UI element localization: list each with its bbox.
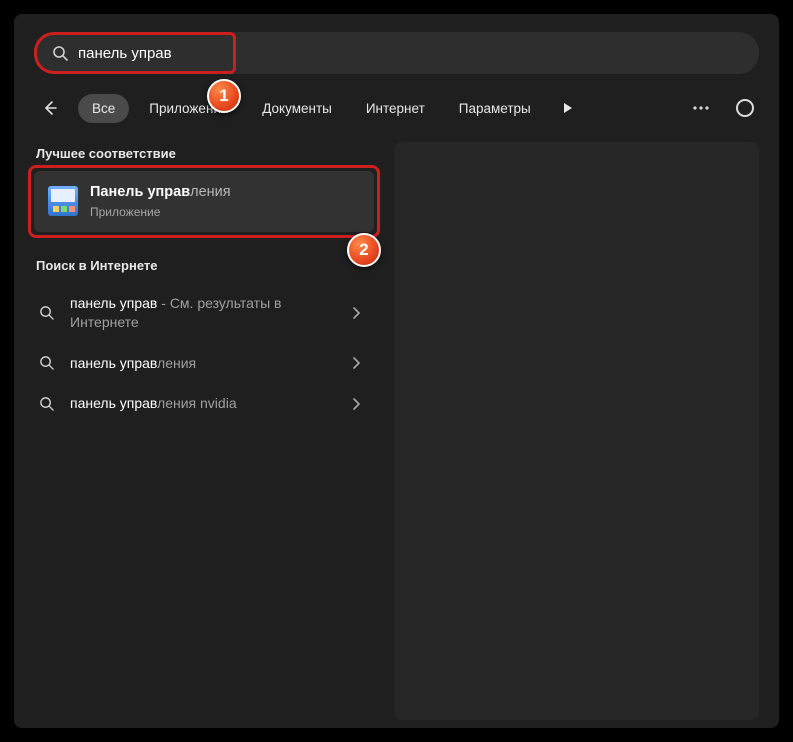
best-match-container: Панель управления Приложение — [34, 171, 374, 232]
chevron-right-icon — [348, 307, 364, 319]
web-result-bold: панель управ — [70, 355, 157, 371]
filter-all[interactable]: Все — [78, 94, 129, 123]
overflow-button[interactable] — [687, 94, 715, 122]
search-panel: Все Приложения Документы Интернет Параме… — [14, 14, 779, 728]
preview-pane — [394, 142, 759, 720]
best-match-subtitle: Приложение — [90, 204, 231, 220]
filter-documents[interactable]: Документы — [248, 94, 346, 123]
web-result[interactable]: панель управления — [34, 343, 374, 384]
best-match-header: Лучшее соответствие — [34, 142, 374, 171]
filter-apps[interactable]: Приложения — [135, 94, 242, 123]
search-icon — [36, 355, 56, 370]
web-result-text: панель управления nvidia — [70, 394, 334, 413]
best-match-result[interactable]: Панель управления Приложение — [34, 171, 374, 232]
web-result-text: панель управления — [70, 354, 334, 373]
web-result-rest: ления — [157, 355, 196, 371]
chevron-right-icon — [348, 357, 364, 369]
filter-row: Все Приложения Документы Интернет Параме… — [34, 92, 759, 124]
web-result[interactable]: панель управ - См. результаты в Интернет… — [34, 283, 374, 343]
filter-right-controls — [687, 94, 759, 122]
chevron-right-icon — [348, 398, 364, 410]
web-search-header: Поиск в Интернете — [34, 254, 374, 283]
web-result[interactable]: панель управления nvidia — [34, 383, 374, 424]
content-area: Лучшее соответствие Панель управления Пр… — [34, 142, 759, 720]
filter-settings[interactable]: Параметры — [445, 94, 545, 123]
filter-internet[interactable]: Интернет — [352, 94, 439, 123]
account-button[interactable] — [731, 94, 759, 122]
best-match-title: Панель управления — [90, 183, 231, 203]
search-icon — [52, 45, 68, 61]
web-result-rest: ления nvidia — [157, 395, 237, 411]
control-panel-icon — [48, 186, 78, 216]
best-match-title-rest: ления — [190, 184, 230, 200]
back-button[interactable] — [34, 92, 66, 124]
search-bar-container — [34, 32, 759, 74]
web-result-bold: панель управ — [70, 395, 157, 411]
search-input[interactable] — [78, 32, 741, 74]
results-column: Лучшее соответствие Панель управления Пр… — [34, 142, 374, 720]
search-icon — [36, 305, 56, 320]
more-filters-button[interactable] — [553, 93, 583, 123]
best-match-text: Панель управления Приложение — [90, 183, 231, 220]
search-bar[interactable] — [34, 32, 759, 74]
web-result-bold: панель управ — [70, 295, 157, 311]
best-match-title-bold: Панель управ — [90, 184, 190, 200]
search-icon — [36, 396, 56, 411]
web-result-text: панель управ - См. результаты в Интернет… — [70, 294, 334, 332]
account-icon — [736, 99, 754, 117]
